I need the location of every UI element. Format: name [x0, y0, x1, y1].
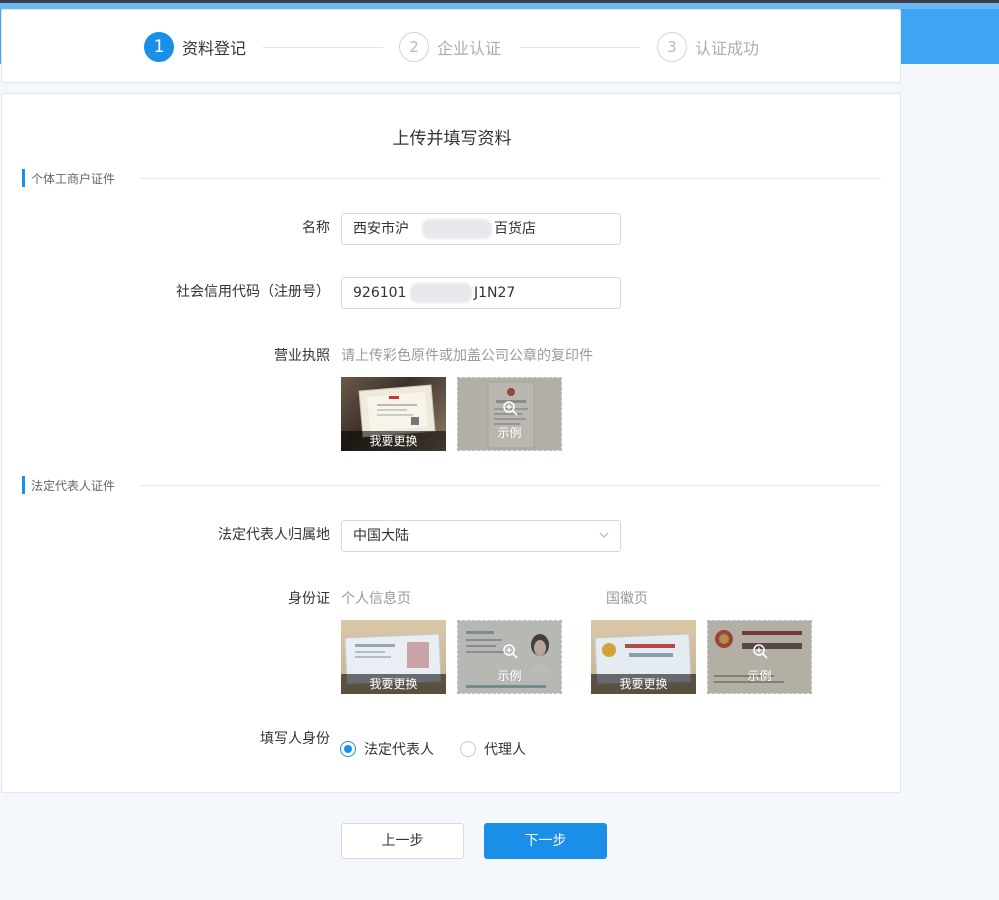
idcard-back-example-thumb[interactable]: 示例 — [707, 620, 812, 694]
section-divider — [139, 485, 881, 486]
chevron-down-icon — [599, 532, 609, 538]
idcard-personal-label: 个人信息页 — [341, 591, 411, 607]
radio-label: 代理人 — [484, 742, 526, 758]
code-value-suffix: J1N27 — [474, 285, 516, 301]
form-card: 上传并填写资料 个体工商户证件 名称 西安市沪 百货店 社会信用代码（注册号） … — [1, 93, 901, 793]
example-label: 示例 — [497, 669, 522, 683]
radio-legal-representative[interactable]: 法定代表人 — [340, 739, 434, 759]
code-value-prefix: 926101 — [353, 285, 407, 301]
idcard-front-example-thumb[interactable]: 示例 — [457, 620, 562, 694]
filler-identity-label: 填写人身份 — [260, 731, 330, 747]
section-title: 个体工商户证件 — [31, 172, 116, 186]
prev-step-button[interactable]: 上一步 — [341, 823, 464, 859]
idcard-emblem-label: 国徽页 — [606, 591, 648, 607]
step-2-number: 2 — [399, 32, 429, 62]
filler-identity-radio-group: 法定代表人 代理人 — [340, 739, 552, 759]
step-1-number: 1 — [144, 32, 174, 62]
next-step-button[interactable]: 下一步 — [484, 823, 607, 859]
region-value: 中国大陆 — [353, 528, 409, 544]
idcard-front-upload-thumb[interactable]: 我要更换 — [341, 620, 446, 694]
name-value-prefix: 西安市沪 — [353, 221, 409, 237]
example-label: 示例 — [497, 426, 522, 440]
name-label: 名称 — [302, 220, 330, 236]
license-upload-thumb[interactable]: 我要更换 — [341, 377, 446, 451]
step-connector — [263, 47, 383, 48]
step-3-number: 3 — [657, 32, 687, 62]
step-connector — [520, 47, 640, 48]
radio-dot[interactable] — [340, 741, 356, 757]
steps-card: 1 资料登记 2 企业认证 3 认证成功 — [1, 9, 901, 83]
step-3: 3 认证成功 — [657, 31, 759, 63]
idcard-label: 身份证 — [288, 591, 330, 607]
section-title: 法定代表人证件 — [31, 479, 116, 493]
redaction-mask — [422, 219, 492, 239]
license-example-thumb[interactable]: 示例 — [457, 377, 562, 451]
credit-code-input[interactable]: 926101 J1N27 — [341, 277, 621, 309]
step-1: 1 资料登记 — [144, 31, 246, 63]
region-select[interactable]: 中国大陆 — [341, 520, 621, 552]
idcard-back-upload-thumb[interactable]: 我要更换 — [591, 620, 696, 694]
step-2-label: 企业认证 — [437, 39, 502, 58]
zoom-in-icon — [503, 644, 518, 659]
license-hint: 请上传彩色原件或加盖公司公章的复印件 — [341, 348, 593, 364]
redaction-mask — [410, 283, 472, 303]
step-1-label: 资料登记 — [182, 39, 247, 58]
step-2: 2 企业认证 — [399, 31, 501, 63]
step-3-label: 认证成功 — [695, 39, 760, 58]
license-label: 营业执照 — [274, 348, 330, 364]
section-divider — [139, 178, 881, 179]
form-title: 上传并填写资料 — [392, 129, 512, 149]
replace-button[interactable]: 我要更换 — [341, 674, 446, 694]
zoom-in-icon — [753, 644, 768, 659]
name-value-suffix: 百货店 — [494, 221, 536, 237]
replace-button[interactable]: 我要更换 — [591, 674, 696, 694]
replace-button[interactable]: 我要更换 — [341, 431, 446, 451]
zoom-in-icon — [503, 401, 518, 416]
radio-agent[interactable]: 代理人 — [460, 739, 526, 759]
example-label: 示例 — [747, 669, 772, 683]
credit-code-label: 社会信用代码（注册号） — [176, 284, 330, 300]
radio-label: 法定代表人 — [364, 742, 434, 758]
name-input[interactable]: 西安市沪 百货店 — [341, 213, 621, 245]
radio-dot[interactable] — [460, 741, 476, 757]
region-label: 法定代表人归属地 — [218, 527, 330, 543]
